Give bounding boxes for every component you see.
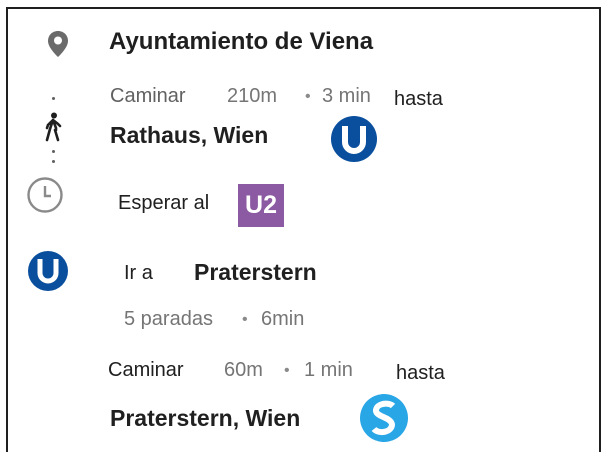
u-bahn-icon [28,251,68,291]
separator-dot: • [305,88,311,105]
location-pin-icon [48,31,68,57]
walk-destination-station[interactable]: Praterstern, Wien [110,405,300,432]
wait-label: Esperar al [118,192,210,214]
clock-icon [27,177,63,213]
to-label: hasta [394,88,443,110]
walk-mode-label: Caminar [110,85,186,107]
separator-dot: • [242,311,248,328]
rail-dot [52,97,55,100]
walk-destination-station[interactable]: Rathaus, Wien [110,122,268,149]
walk-distance: 210m [227,85,278,107]
ride-destination-station[interactable]: Praterstern [194,259,317,286]
walk-mode-label: Caminar [108,359,184,381]
ride-label: Ir a [124,262,153,284]
ride-duration: 6min [261,308,305,330]
to-label: hasta [396,362,445,384]
rail-dot [52,150,55,153]
separator-dot: • [284,362,290,379]
walk-duration: 1 min [304,359,353,381]
line-badge-u2[interactable]: U2 [238,184,284,227]
directions-panel [6,7,601,452]
walk-duration: 3 min [322,85,371,107]
walking-person-icon [45,112,62,142]
rail-dot [52,160,55,163]
s-bahn-icon [360,394,408,442]
walk-distance: 60m [224,359,263,381]
u-bahn-icon [331,116,377,162]
ride-stops[interactable]: 5 paradas [124,308,213,331]
origin-name[interactable]: Ayuntamiento de Viena [109,28,373,56]
